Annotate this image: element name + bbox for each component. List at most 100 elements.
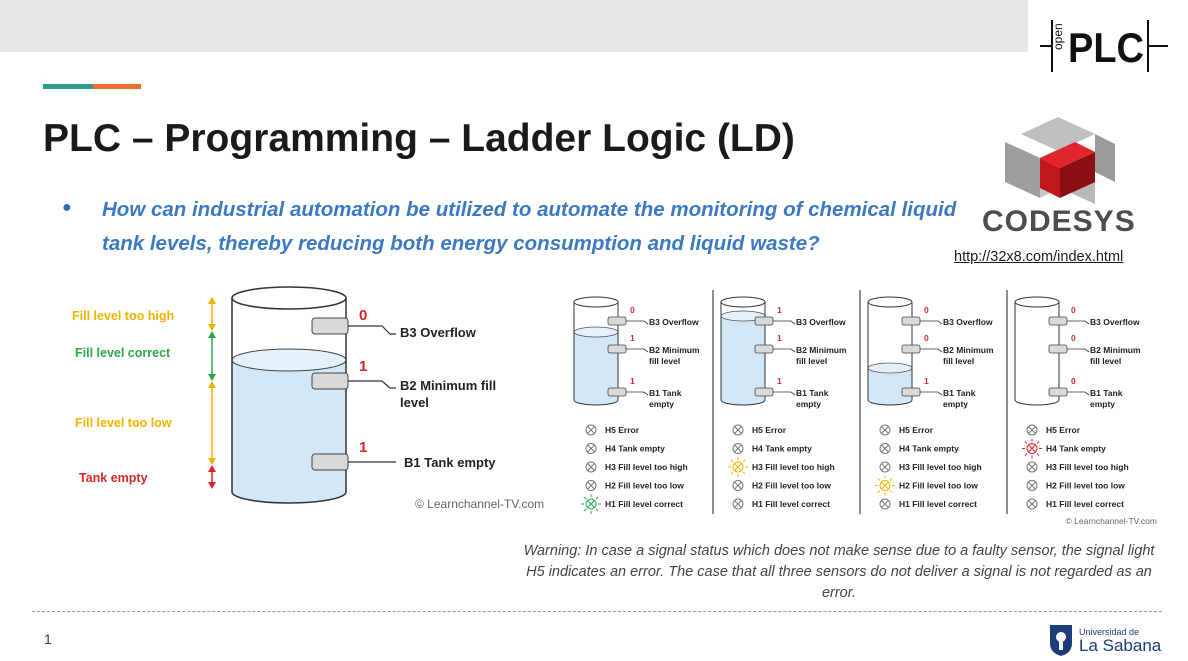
- sensor-value: 0: [1071, 376, 1076, 386]
- sensor-value: 0: [630, 305, 635, 315]
- sensor-value: 1: [630, 376, 635, 386]
- signal-light-icon: [585, 443, 597, 454]
- accent-bar-teal: [43, 84, 93, 89]
- openplc-logo: open PLC: [1028, 0, 1188, 78]
- state-panel-3: 0 B3 Overflow 0 B2 Minimumfill level 1 B1 Tan…: [867, 296, 994, 510]
- big-sensor-b3-value: 0: [359, 307, 367, 324]
- bullet-icon: ●: [62, 199, 72, 216]
- signal-light-icon: [1026, 498, 1038, 510]
- signal-light-label: H5 Error: [752, 425, 787, 435]
- accent-bar-orange: [93, 84, 141, 89]
- sensor-label: B1 Tank: [1090, 388, 1123, 398]
- sensor-label: B2 Minimum: [649, 345, 700, 355]
- level-label-too-low: Fill level too low: [75, 416, 172, 430]
- sensor-label: B3 Overflow: [943, 317, 993, 327]
- sensor-value: 0: [1071, 305, 1076, 315]
- sensor-label-line2: fill level: [943, 356, 974, 366]
- footer-divider: [32, 611, 1162, 612]
- signal-light-icon: [732, 424, 744, 436]
- big-sensor-b3: 0 B3 Overflow: [311, 307, 477, 340]
- signal-light-icon: [728, 457, 748, 477]
- big-sensor-b2-label-line1: B2 Minimum fill: [400, 378, 496, 393]
- signal-light-icon: [875, 475, 895, 496]
- signal-light-label: H4 Tank empty: [899, 444, 959, 454]
- sensor-value: 0: [924, 333, 929, 343]
- sensor-label-line2: empty: [649, 399, 674, 409]
- signal-light-icon: [732, 480, 744, 491]
- signal-light-label: H4 Tank empty: [1046, 444, 1106, 454]
- state-panel-4: 0 B3 Overflow 0 B2 Minimumfill level 0 B1 Tan…: [1014, 296, 1141, 510]
- signal-light-label: H1 Fill level correct: [1046, 499, 1124, 509]
- openplc-small-text: open: [1051, 23, 1065, 50]
- big-diagram-copyright: © Learnchannel-TV.com: [415, 497, 544, 511]
- university-name-big: La Sabana: [1079, 636, 1162, 655]
- signal-light-label: H1 Fill level correct: [605, 499, 683, 509]
- sensor-label-line2: fill level: [649, 356, 680, 366]
- signal-light-icon: [585, 461, 597, 473]
- big-sensor-b2-label-line2: level: [400, 395, 429, 410]
- openplc-big-text: PLC: [1068, 24, 1144, 71]
- signal-light-icon: [879, 461, 891, 473]
- sensor-label: B1 Tank: [649, 388, 682, 398]
- sensor-label-line2: empty: [796, 399, 821, 409]
- signal-light-label: H5 Error: [899, 425, 934, 435]
- signal-light-label: H3 Fill level too high: [752, 462, 835, 472]
- sensor-label-line2: fill level: [796, 356, 827, 366]
- signal-light-label: H2 Fill level too low: [1046, 481, 1125, 491]
- slide-title: PLC – Programming – Ladder Logic (LD): [43, 117, 795, 160]
- big-sensor-b2-value: 1: [359, 358, 367, 375]
- signal-light-label: H3 Fill level too high: [899, 462, 982, 472]
- level-label-correct: Fill level correct: [75, 346, 171, 360]
- big-sensor-b3-label: B3 Overflow: [400, 325, 477, 340]
- warning-text: Warning: In case a signal status which d…: [523, 543, 1155, 601]
- signal-light-label: H2 Fill level too low: [752, 481, 831, 491]
- sensor-label: B3 Overflow: [796, 317, 846, 327]
- codesys-link[interactable]: http://32x8.com/index.html: [954, 249, 1123, 265]
- sensor-value: 1: [777, 376, 782, 386]
- signal-light-icon: [1026, 424, 1038, 436]
- sensor-label-line2: empty: [1090, 399, 1115, 409]
- signal-light-label: H5 Error: [1046, 425, 1081, 435]
- sensor-value: 1: [630, 333, 635, 343]
- signal-light-icon: [879, 498, 891, 510]
- signal-light-label: H2 Fill level too low: [605, 481, 684, 491]
- signal-light-label: H3 Fill level too high: [1046, 462, 1129, 472]
- university-shield-icon: [1050, 625, 1072, 656]
- sensor-value: 0: [1071, 333, 1076, 343]
- signal-light-icon: [732, 443, 744, 454]
- signal-light-icon: [1026, 461, 1038, 473]
- signal-light-label: H3 Fill level too high: [605, 462, 688, 472]
- level-arrows: [208, 297, 216, 489]
- signal-light-icon: [732, 498, 744, 510]
- top-bar: [0, 0, 1188, 52]
- sensor-label-line2: empty: [943, 399, 968, 409]
- state-panel-1: 0 B3 Overflow 1 B2 Minimumfill level 1 B1 Tan…: [573, 296, 700, 514]
- codesys-cube-icon: [1005, 117, 1115, 204]
- level-label-too-high: Fill level too high: [72, 309, 174, 323]
- sensor-value: 0: [924, 305, 929, 315]
- openplc-logo-graphic: open PLC: [1040, 20, 1168, 72]
- sensor-label: B2 Minimum: [1090, 345, 1141, 355]
- big-sensor-b1-label: B1 Tank empty: [404, 455, 496, 470]
- sensor-label: B2 Minimum: [796, 345, 847, 355]
- state-panels: © Learnchannel-TV.com 0 B3 Overflow 1 B2 Mi…: [573, 290, 1157, 526]
- level-label-tank-empty: Tank empty: [79, 471, 148, 485]
- state-panel-2: 1 B3 Overflow 1 B2 Minimumfill level 1 B1 Tan…: [720, 296, 847, 510]
- big-sensor-b1-value: 1: [359, 439, 367, 456]
- signal-light-label: H2 Fill level too low: [899, 481, 978, 491]
- signal-light-icon: [1026, 480, 1038, 491]
- page-number: 1: [44, 631, 52, 647]
- signal-light-icon: [1022, 438, 1042, 459]
- sensor-label: B3 Overflow: [649, 317, 699, 327]
- signal-light-label: H4 Tank empty: [605, 444, 665, 454]
- sensor-value: 1: [924, 376, 929, 386]
- sensor-label: B1 Tank: [796, 388, 829, 398]
- signal-light-icon: [879, 443, 891, 454]
- codesys-name: CODESYS: [982, 205, 1136, 238]
- signal-light-icon: [581, 494, 601, 514]
- signal-light-icon: [585, 480, 597, 491]
- sensor-label-line2: fill level: [1090, 356, 1121, 366]
- sensor-label: B2 Minimum: [943, 345, 994, 355]
- sensor-value: 1: [777, 305, 782, 315]
- signal-light-icon: [585, 424, 597, 436]
